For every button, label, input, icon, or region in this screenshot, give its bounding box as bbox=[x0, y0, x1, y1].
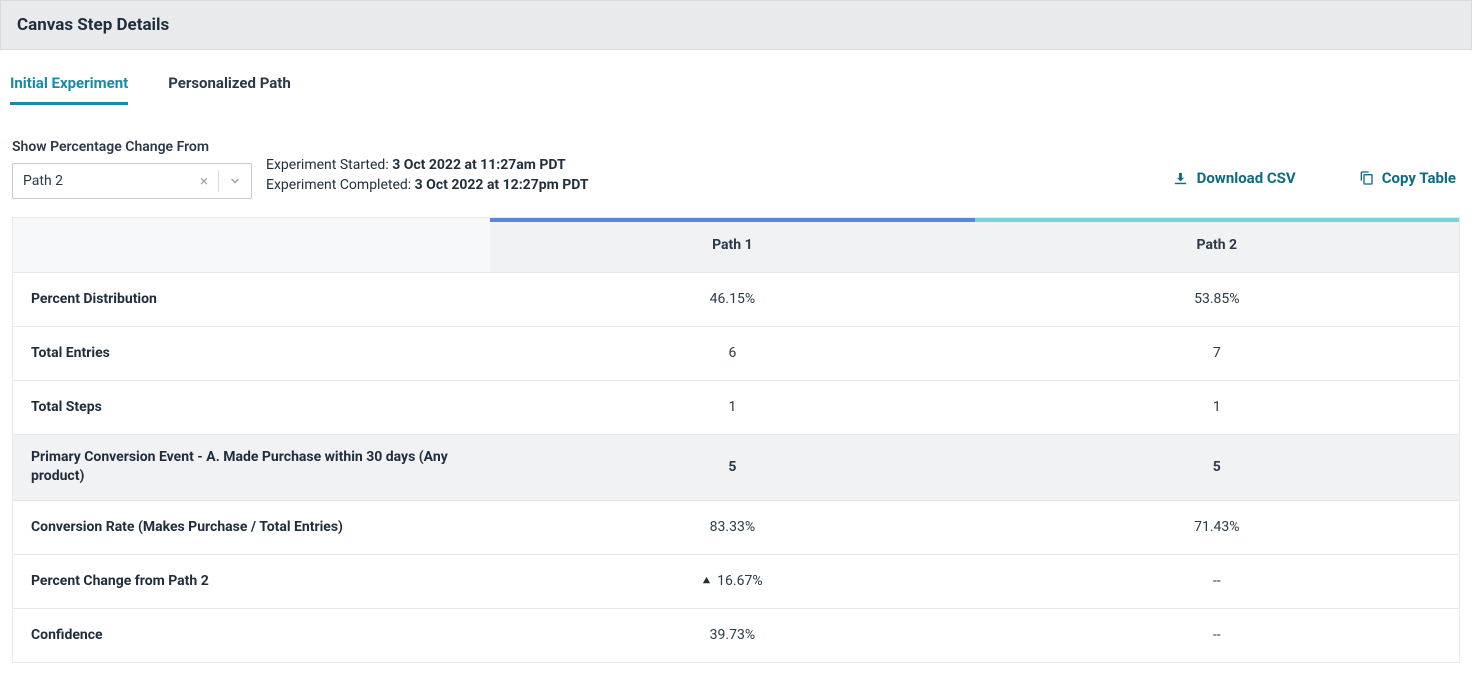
row-value-path1: 46.15% bbox=[490, 272, 974, 326]
row-value-path1: 5 bbox=[490, 434, 974, 500]
experiment-completed: Experiment Completed: 3 Oct 2022 at 12:2… bbox=[266, 177, 589, 193]
experiment-dates: Experiment Started: 3 Oct 2022 at 11:27a… bbox=[266, 157, 589, 195]
row-value-path2: 53.85% bbox=[975, 272, 1459, 326]
row-label: Percent Distribution bbox=[13, 272, 490, 326]
experiment-started-value: 3 Oct 2022 at 11:27am PDT bbox=[392, 157, 566, 173]
page-header: Canvas Step Details bbox=[0, 0, 1472, 50]
chevron-down-icon[interactable] bbox=[219, 175, 251, 187]
row-value-path2: 71.43% bbox=[975, 500, 1459, 554]
row-value-path2: -- bbox=[975, 608, 1459, 662]
table-row: Primary Conversion Event - A. Made Purch… bbox=[13, 434, 1459, 500]
row-value-path1: 16.67% bbox=[490, 554, 974, 608]
table-row: Total Entries 6 7 bbox=[13, 326, 1459, 380]
row-label: Confidence bbox=[13, 608, 490, 662]
delta-value: 16.67% bbox=[717, 573, 762, 589]
caret-up-icon bbox=[702, 576, 711, 585]
page-title: Canvas Step Details bbox=[17, 15, 1455, 35]
table-row: Percent Change from Path 2 16.67% -- bbox=[13, 554, 1459, 608]
row-value-path1: 6 bbox=[490, 326, 974, 380]
experiment-started-label: Experiment Started: bbox=[266, 157, 392, 173]
experiment-completed-value: 3 Oct 2022 at 12:27pm PDT bbox=[415, 177, 589, 193]
table-header-path1: Path 1 bbox=[490, 218, 974, 272]
percent-change-select-value: Path 2 bbox=[13, 173, 190, 189]
path2-color-strip bbox=[975, 218, 1459, 222]
table-header-path2: Path 2 bbox=[975, 218, 1459, 272]
row-label: Percent Change from Path 2 bbox=[13, 554, 490, 608]
table-row: Percent Distribution 46.15% 53.85% bbox=[13, 272, 1459, 326]
table-row: Total Steps 1 1 bbox=[13, 380, 1459, 434]
row-value-path1: 39.73% bbox=[490, 608, 974, 662]
percent-change-select[interactable]: Path 2 × bbox=[12, 163, 252, 199]
results-table: Path 1 Path 2 Percent Distribution 46.15… bbox=[13, 218, 1459, 662]
results-table-wrap: Path 1 Path 2 Percent Distribution 46.15… bbox=[12, 217, 1460, 663]
experiment-completed-label: Experiment Completed: bbox=[266, 177, 415, 193]
controls-row: Show Percentage Change From Path 2 × Exp… bbox=[0, 105, 1472, 211]
table-header-path1-label: Path 1 bbox=[712, 237, 753, 253]
close-icon[interactable]: × bbox=[190, 172, 218, 190]
row-value-path1: 1 bbox=[490, 380, 974, 434]
row-value-path2: 5 bbox=[975, 434, 1459, 500]
table-header-empty bbox=[13, 218, 490, 272]
percent-change-select-block: Show Percentage Change From Path 2 × bbox=[12, 139, 252, 199]
table-header-row: Path 1 Path 2 bbox=[13, 218, 1459, 272]
table-header-path2-label: Path 2 bbox=[1197, 237, 1238, 253]
path1-color-strip bbox=[490, 218, 974, 222]
copy-table-label: Copy Table bbox=[1382, 169, 1456, 187]
table-row: Confidence 39.73% -- bbox=[13, 608, 1459, 662]
download-csv-label: Download CSV bbox=[1197, 169, 1296, 187]
tabs: Initial Experiment Personalized Path bbox=[0, 50, 1472, 105]
row-value-path2: 1 bbox=[975, 380, 1459, 434]
table-row: Conversion Rate (Makes Purchase / Total … bbox=[13, 500, 1459, 554]
row-label: Primary Conversion Event - A. Made Purch… bbox=[13, 434, 490, 500]
row-label: Conversion Rate (Makes Purchase / Total … bbox=[13, 500, 490, 554]
download-csv-button[interactable]: Download CSV bbox=[1168, 163, 1300, 193]
row-value-path2: 7 bbox=[975, 326, 1459, 380]
copy-icon bbox=[1358, 170, 1374, 186]
copy-table-button[interactable]: Copy Table bbox=[1354, 163, 1460, 193]
tab-personalized-path[interactable]: Personalized Path bbox=[168, 74, 291, 105]
download-icon bbox=[1172, 170, 1189, 187]
row-value-path1: 83.33% bbox=[490, 500, 974, 554]
tab-initial-experiment[interactable]: Initial Experiment bbox=[10, 74, 128, 105]
percent-change-select-label: Show Percentage Change From bbox=[12, 139, 252, 155]
experiment-started: Experiment Started: 3 Oct 2022 at 11:27a… bbox=[266, 157, 589, 173]
row-label: Total Entries bbox=[13, 326, 490, 380]
row-value-path2: -- bbox=[975, 554, 1459, 608]
row-label: Total Steps bbox=[13, 380, 490, 434]
